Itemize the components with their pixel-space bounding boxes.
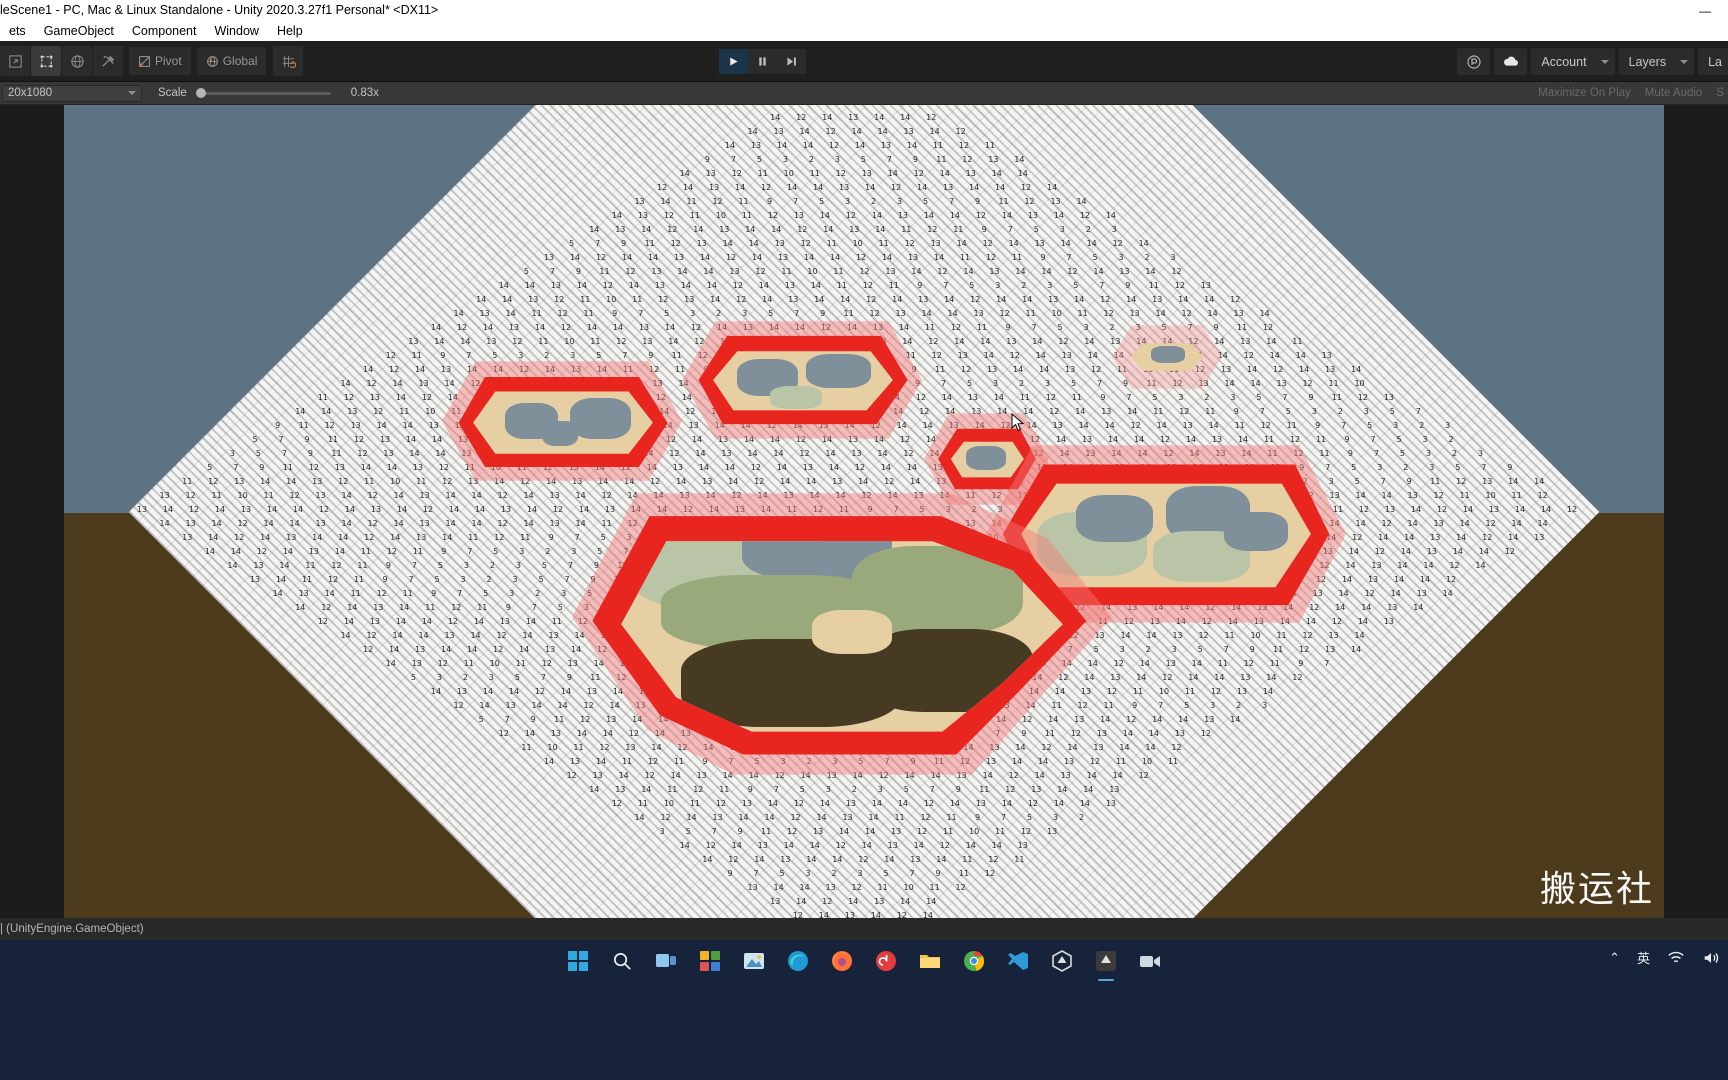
tray-chevron-icon[interactable]: ⌃ bbox=[1609, 950, 1620, 966]
menu-bar: ets GameObject Component Window Help bbox=[0, 22, 1728, 41]
custom-tool-button[interactable] bbox=[93, 46, 123, 76]
scale-value: 0.83x bbox=[350, 87, 379, 99]
step-button[interactable] bbox=[777, 49, 806, 74]
rect-transform-tool-button[interactable] bbox=[31, 46, 61, 76]
layers-label: Layers bbox=[1628, 54, 1667, 69]
title-bar: leScene1 - PC, Mac & Linux Standalone - … bbox=[0, 0, 1728, 22]
menu-assets[interactable]: ets bbox=[0, 22, 35, 41]
unity-hub-icon[interactable] bbox=[1045, 944, 1079, 978]
collab-icon[interactable] bbox=[1457, 48, 1491, 75]
chevron-down-icon bbox=[1600, 59, 1609, 64]
island-main[interactable] bbox=[572, 493, 1112, 775]
game-render-surface[interactable]: 14 12 14 13 14 14 12 14 13 14 12 14 14 13 14 12 14 13 14 14… bbox=[64, 105, 1664, 918]
wifi-icon[interactable] bbox=[1667, 950, 1685, 966]
rotate-tool-button[interactable] bbox=[62, 46, 92, 76]
mute-audio-toggle[interactable]: Mute Audio bbox=[1645, 87, 1703, 99]
unity-editor-window: leScene1 - PC, Mac & Linux Standalone - … bbox=[0, 0, 1728, 1080]
menu-window[interactable]: Window bbox=[205, 22, 267, 41]
scale-label: Scale bbox=[158, 87, 187, 99]
taskbar-icons bbox=[561, 944, 1167, 978]
menu-component[interactable]: Component bbox=[123, 22, 206, 41]
system-tray: ⌃ 英 bbox=[1609, 948, 1720, 967]
maximize-on-play-toggle[interactable]: Maximize On Play bbox=[1538, 87, 1631, 99]
resolution-value: 20x1080 bbox=[8, 87, 53, 99]
window-title: leScene1 - PC, Mac & Linux Standalone - … bbox=[0, 3, 439, 17]
play-button[interactable] bbox=[719, 49, 748, 74]
grid-snap-button[interactable] bbox=[273, 46, 304, 76]
play-controls bbox=[719, 49, 806, 74]
pivot-label: Pivot bbox=[155, 54, 182, 68]
game-view[interactable]: 14 12 14 13 14 14 12 14 13 14 12 14 14 13 14 12 14 13 14 14… bbox=[0, 105, 1728, 918]
firefox-icon[interactable] bbox=[825, 944, 859, 978]
layout-dropdown[interactable]: La bbox=[1698, 48, 1728, 75]
music-app-icon[interactable] bbox=[869, 944, 903, 978]
minimize-button[interactable]: — bbox=[1682, 0, 1728, 22]
window-controls: — bbox=[1682, 0, 1728, 22]
task-view-icon[interactable] bbox=[649, 944, 683, 978]
account-dropdown[interactable]: Account bbox=[1531, 48, 1615, 75]
menu-help[interactable]: Help bbox=[268, 22, 312, 41]
widgets-icon[interactable] bbox=[693, 944, 727, 978]
resolution-dropdown[interactable]: 20x1080 bbox=[2, 84, 142, 102]
scale-slider-knob[interactable] bbox=[195, 88, 206, 98]
file-explorer-icon[interactable] bbox=[913, 944, 947, 978]
screen-recorder-icon[interactable] bbox=[1133, 944, 1167, 978]
island-northeast[interactable] bbox=[1112, 325, 1222, 389]
stats-toggle[interactable]: S bbox=[1716, 87, 1724, 99]
pivot-toggle[interactable]: Pivot bbox=[129, 47, 191, 75]
vscode-icon[interactable] bbox=[1001, 944, 1035, 978]
ime-language-indicator[interactable]: 英 bbox=[1637, 948, 1650, 967]
menu-gameobject[interactable]: GameObject bbox=[35, 22, 123, 41]
unity-toolbar: Pivot Global Account Layers La bbox=[0, 41, 1728, 82]
scale-slider[interactable] bbox=[195, 88, 331, 98]
edge-browser-icon[interactable] bbox=[781, 944, 815, 978]
layout-label: La bbox=[1708, 54, 1722, 69]
status-bar: | (UnityEngine.GameObject) bbox=[0, 918, 1728, 940]
island-north[interactable] bbox=[682, 321, 922, 439]
global-toggle[interactable]: Global bbox=[196, 47, 267, 75]
layers-dropdown[interactable]: Layers bbox=[1618, 48, 1695, 75]
start-button[interactable] bbox=[561, 944, 595, 978]
hand-tool-button[interactable] bbox=[0, 46, 30, 76]
pause-button[interactable] bbox=[748, 49, 777, 74]
account-label: Account bbox=[1541, 54, 1587, 69]
unity-editor-icon[interactable] bbox=[1089, 944, 1123, 978]
watermark: 搬运社 bbox=[1539, 869, 1654, 910]
chevron-down-icon bbox=[128, 91, 136, 95]
status-message: | (UnityEngine.GameObject) bbox=[0, 923, 144, 935]
cloud-icon[interactable] bbox=[1494, 48, 1528, 75]
search-icon[interactable] bbox=[605, 944, 639, 978]
game-view-toolbar: 20x1080 Scale 0.83x Maximize On Play Mut… bbox=[0, 82, 1728, 105]
windows-taskbar: ⌃ 英 bbox=[0, 940, 1728, 1080]
chevron-down-icon bbox=[1680, 59, 1689, 64]
chrome-icon[interactable] bbox=[957, 944, 991, 978]
mouse-cursor bbox=[1011, 412, 1025, 432]
photos-icon[interactable] bbox=[737, 944, 771, 978]
island-west[interactable] bbox=[442, 361, 682, 481]
volume-icon[interactable] bbox=[1702, 950, 1720, 966]
toolbar-right: Account Layers La bbox=[1457, 48, 1728, 75]
island-group bbox=[64, 105, 1664, 918]
global-label: Global bbox=[222, 54, 258, 68]
